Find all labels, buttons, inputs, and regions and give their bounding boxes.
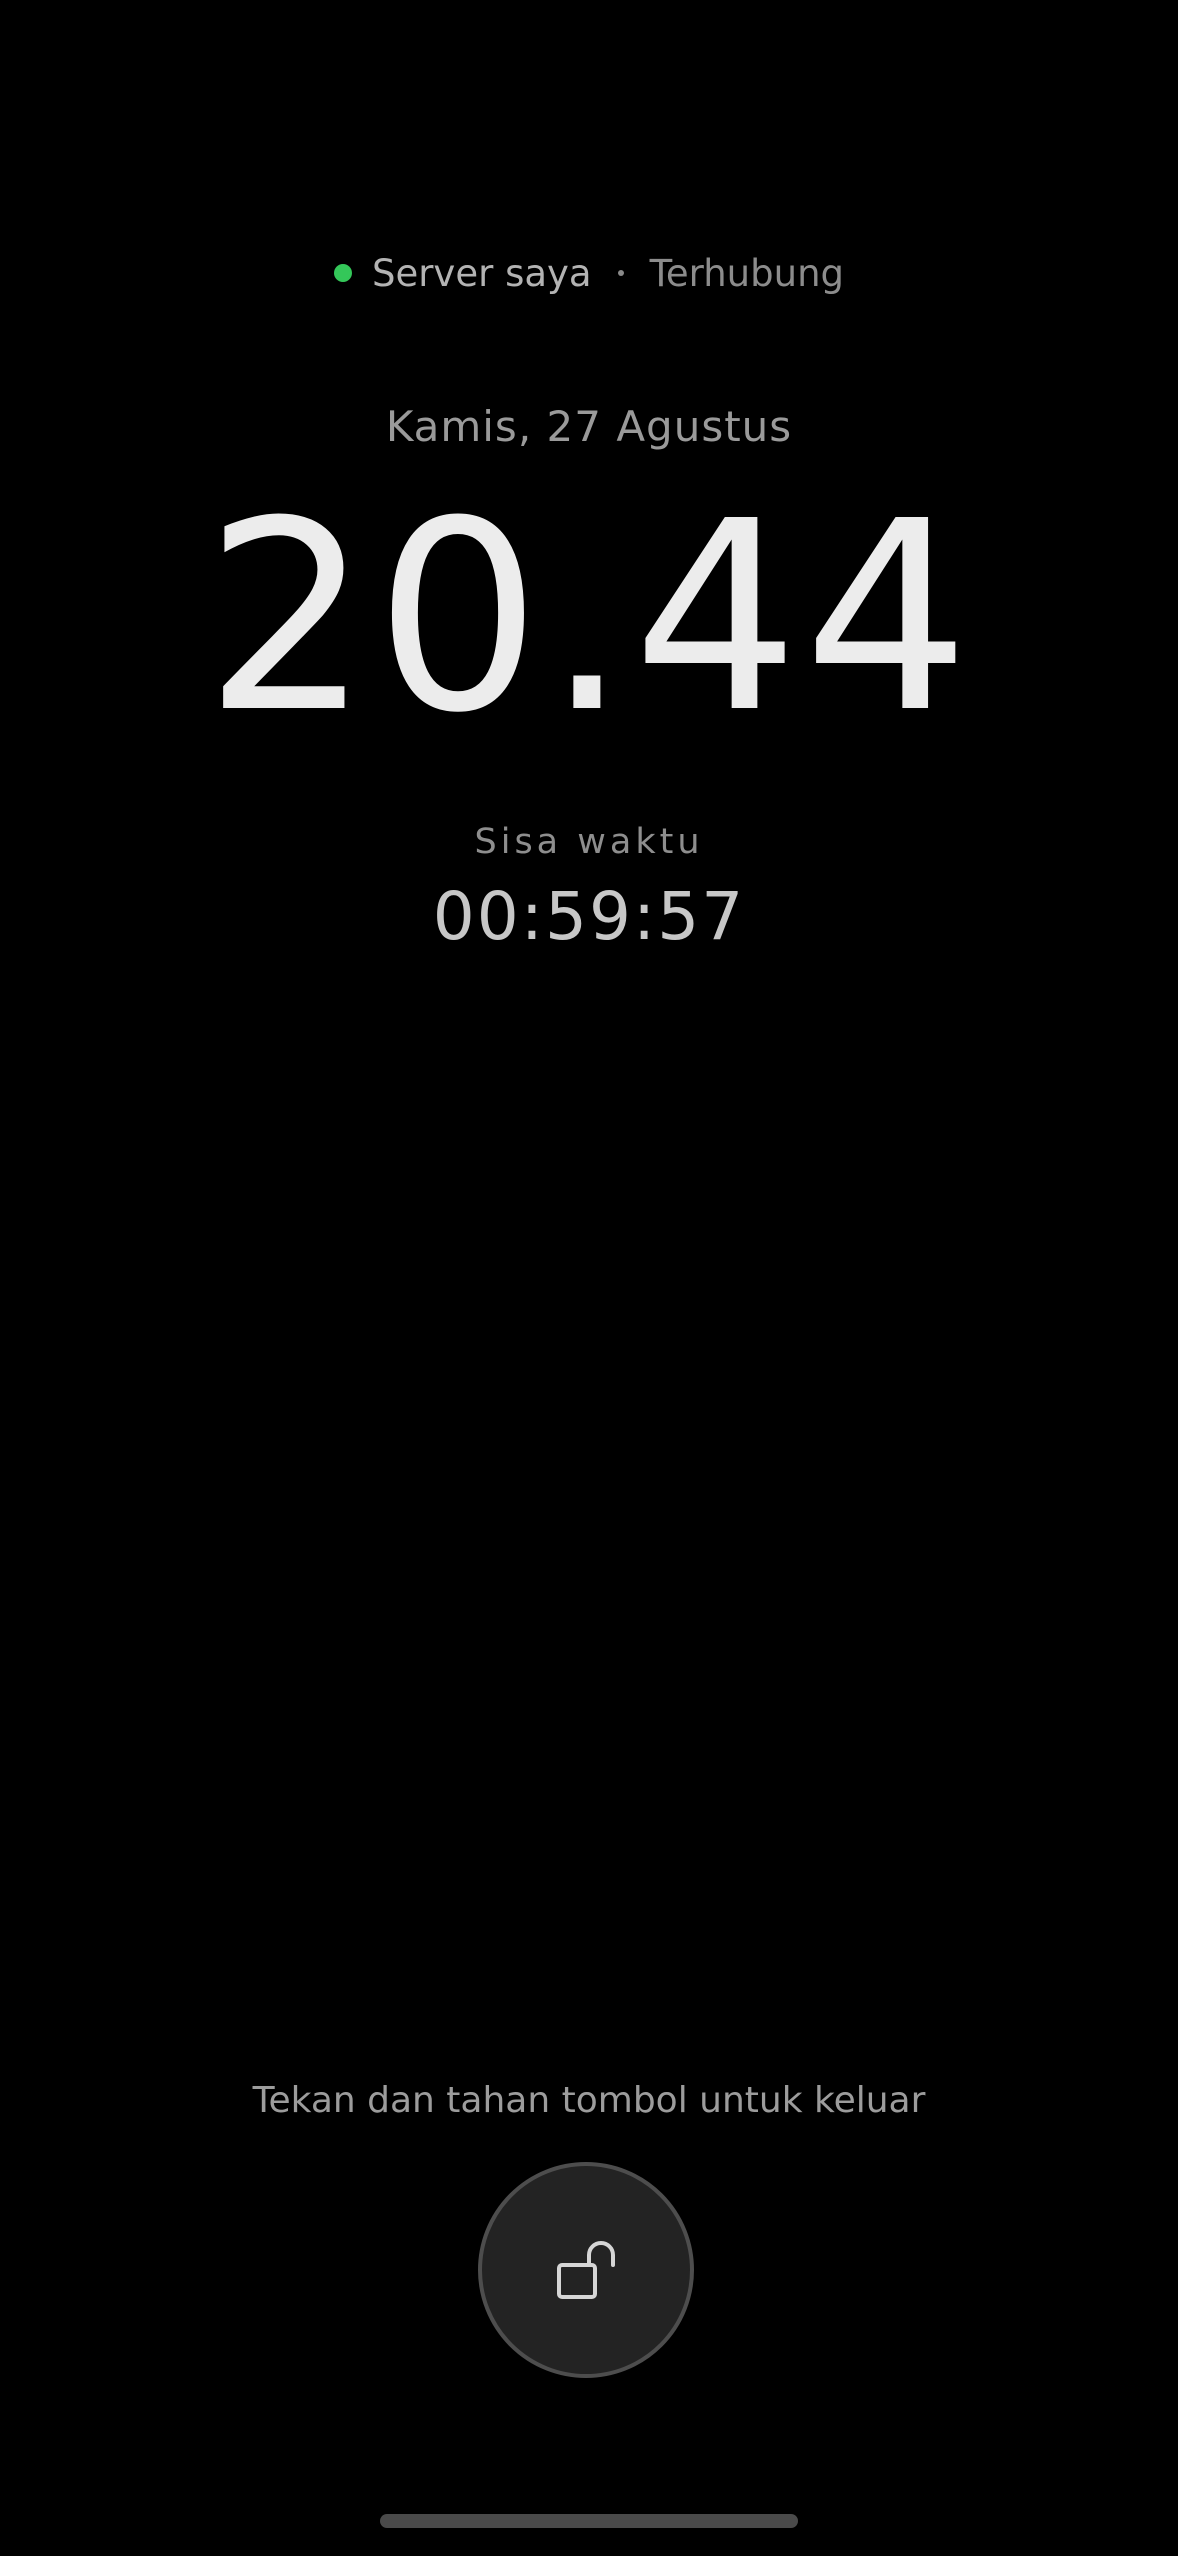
exit-hint: Tekan dan tahan tombol untuk keluar (252, 2080, 926, 2121)
server-name: Server saya (371, 251, 592, 295)
separator-dot (617, 270, 624, 276)
home-indicator (380, 2514, 798, 2528)
remaining-time-label: Sisa waktu (474, 822, 704, 862)
status-indicator-dot (333, 264, 352, 282)
remaining-time-value: 00:59:57 (432, 878, 746, 955)
clock-time: 20.44 (203, 465, 975, 770)
date-label: Kamis, 27 Agustus (385, 402, 793, 451)
unlock-button[interactable] (478, 2162, 694, 2378)
server-status: Server saya Terhubung (0, 248, 1178, 298)
connection-status: Terhubung (649, 251, 845, 295)
unlock-icon (551, 2235, 621, 2305)
